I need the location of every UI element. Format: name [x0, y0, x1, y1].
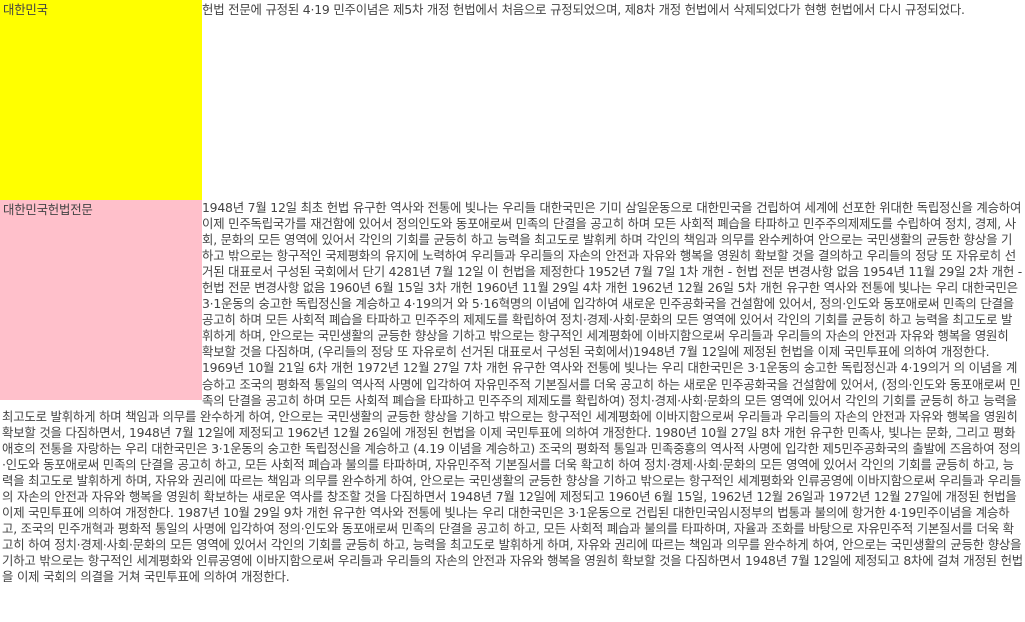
section-label-text: 대한민국헌법전문 [3, 202, 93, 217]
section-label-text: 대한민국 [3, 2, 48, 17]
section-label-korea: 대한민국 [0, 0, 202, 200]
section-constitution-preamble: 대한민국헌법전문 1948년 7월 12일 최초 헌법 유구한 역사와 전통에 … [0, 200, 1025, 585]
section-label-preamble: 대한민국헌법전문 [0, 200, 202, 400]
document-page: 대한민국 헌법 전문에 규정된 4·19 민주이념은 제5차 개정 헌법에서 처… [0, 0, 1025, 622]
section-korea: 대한민국 헌법 전문에 규정된 4·19 민주이념은 제5차 개정 헌법에서 처… [0, 0, 1025, 200]
